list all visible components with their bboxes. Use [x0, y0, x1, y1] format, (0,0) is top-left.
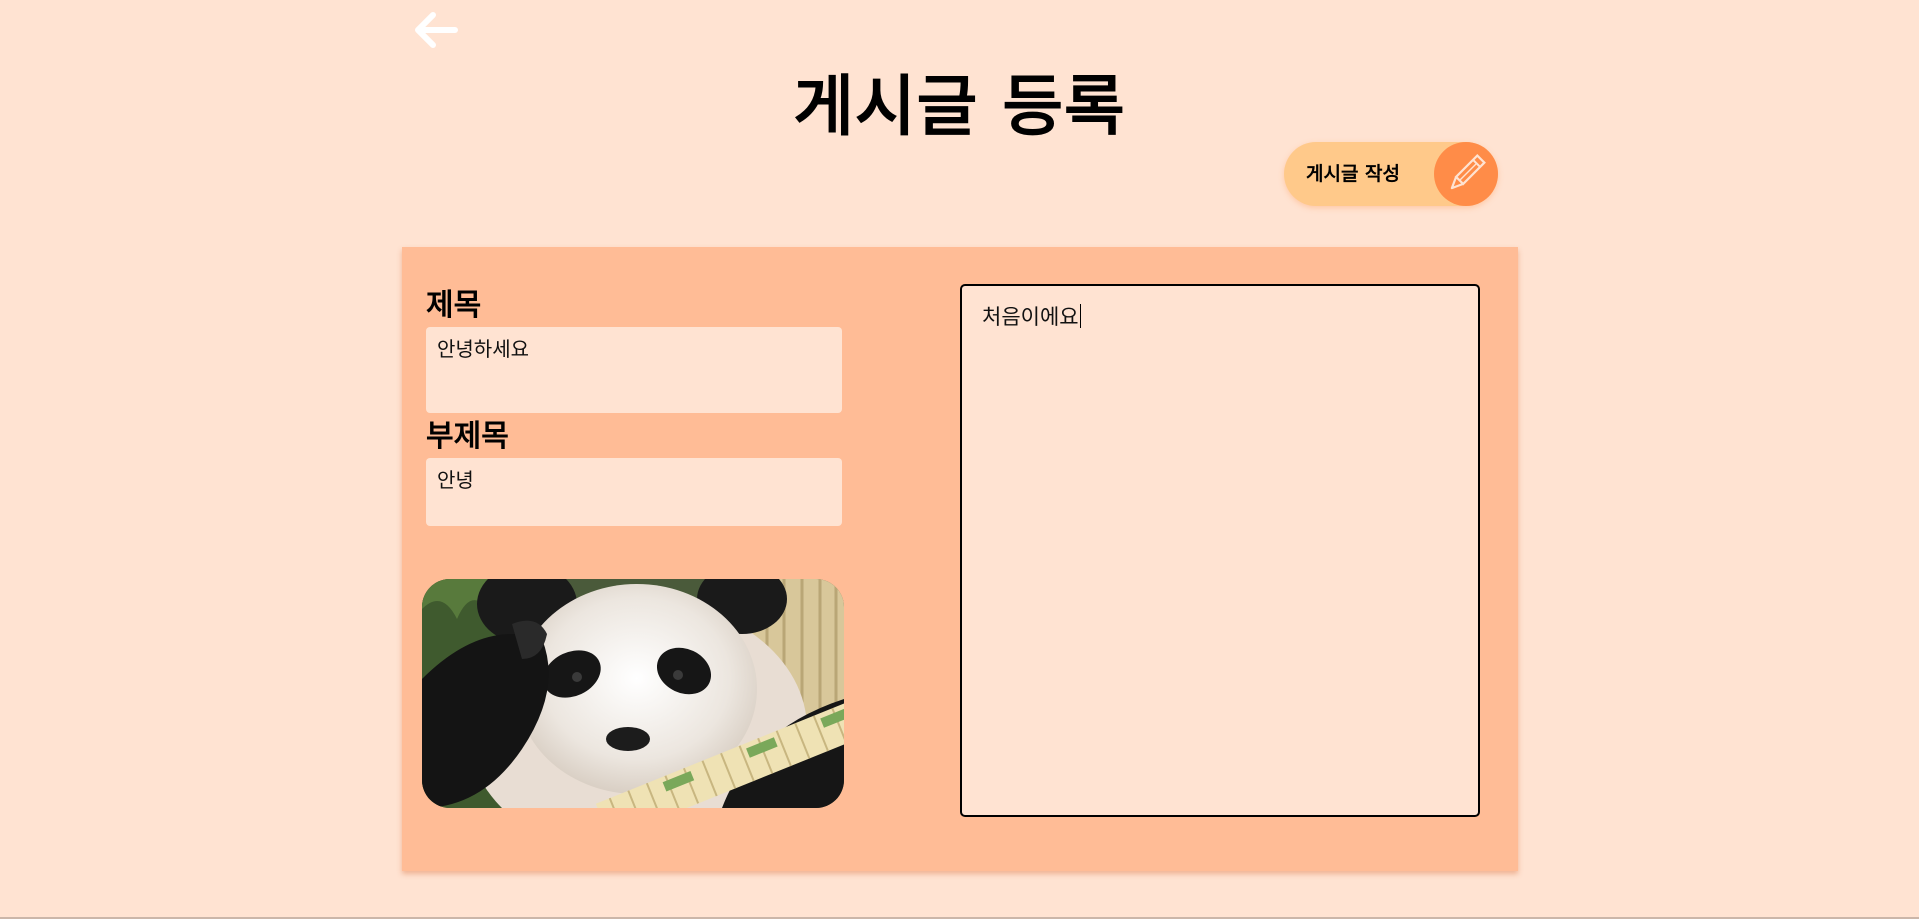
page-title: 게시글 등록 [793, 68, 1126, 145]
title-input-value: 안녕하세요 [437, 337, 529, 361]
pencil-icon [1434, 142, 1498, 206]
content-textarea[interactable]: 처음이에요 [960, 284, 1480, 817]
text-caret [1079, 304, 1081, 328]
post-registration-page: 게시글 등록 게시글 작성 제목 안녕하세요 부제목 안녕 처음이에요 [0, 0, 1919, 919]
panda-photo[interactable] [422, 579, 844, 808]
title-label: 제목 [426, 288, 482, 323]
write-post-button-label: 게시글 작성 [1306, 163, 1401, 185]
title-input[interactable]: 안녕하세요 [426, 327, 842, 413]
subtitle-label: 부제목 [426, 419, 509, 454]
write-post-button[interactable]: 게시글 작성 [1284, 142, 1498, 206]
content-textarea-value: 처음이에요 [982, 305, 1079, 329]
post-form-card: 제목 안녕하세요 부제목 안녕 처음이에요 [402, 247, 1518, 871]
subtitle-input-value: 안녕 [437, 468, 474, 492]
back-button[interactable] [408, 8, 462, 52]
arrow-left-icon [415, 12, 458, 48]
subtitle-input[interactable]: 안녕 [426, 458, 842, 526]
